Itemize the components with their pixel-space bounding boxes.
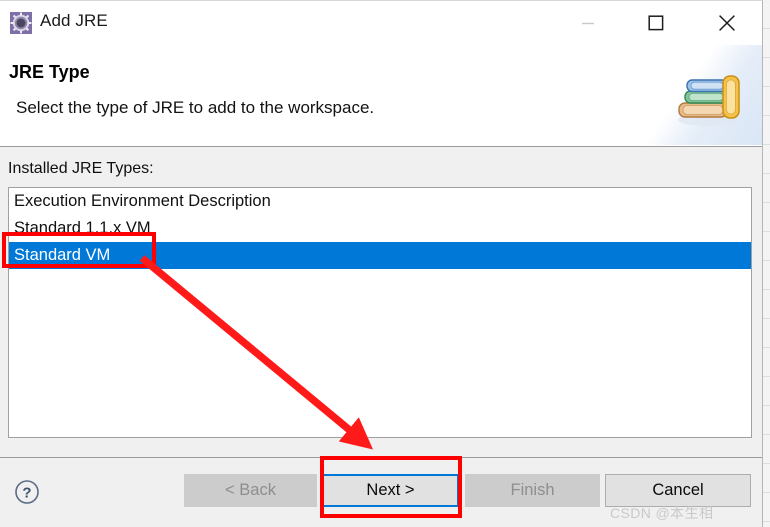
add-jre-dialog: Add JRE JRE Type Select the type of JRE … [0,0,763,527]
minimize-button[interactable] [565,7,611,39]
watermark: CSDN @本生相 [610,505,714,521]
list-item[interactable]: Standard 1.1.x VM [9,215,751,242]
maximize-button[interactable] [633,7,679,39]
help-question-icon[interactable]: ? [14,479,40,505]
next-button[interactable]: Next > [322,474,459,507]
dialog-body: Installed JRE Types: Execution Environme… [0,147,762,457]
wizard-header: JRE Type Select the type of JRE to add t… [0,45,762,147]
jre-type-list[interactable]: Execution Environment Description Standa… [8,187,752,438]
list-item[interactable]: Execution Environment Description [9,188,751,215]
page-description: Select the type of JRE to add to the wor… [16,98,375,117]
jre-gear-icon [10,12,32,34]
installed-jre-types-label: Installed JRE Types: [8,160,154,177]
back-button[interactable]: < Back [184,474,317,507]
title-bar: Add JRE [0,1,762,45]
close-button[interactable] [704,7,750,39]
page-title: JRE Type [9,62,90,82]
finish-button[interactable]: Finish [465,474,600,507]
window-title: Add JRE [40,11,108,30]
svg-text:?: ? [22,485,31,502]
list-item[interactable]: Standard VM [9,242,751,269]
book-stack-icon [674,67,746,129]
